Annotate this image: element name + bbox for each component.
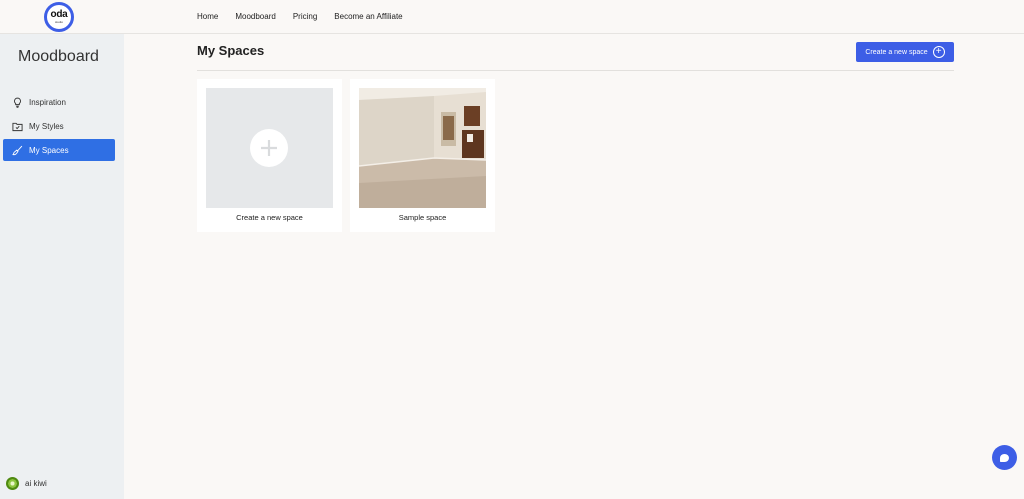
nav-affiliate-link[interactable]: Become an Affiliate (334, 12, 402, 21)
create-space-card[interactable]: Create a new space (197, 79, 342, 232)
plus-icon (250, 129, 288, 167)
chat-icon (1000, 453, 1009, 462)
avatar (6, 477, 19, 490)
paint-brush-icon (12, 145, 23, 155)
sidebar-item-label: My Spaces (29, 145, 69, 155)
nav-home-link[interactable]: Home (197, 12, 218, 21)
sample-space-card[interactable]: Sample space (350, 79, 495, 232)
logo-text: oda (50, 9, 68, 20)
sidebar-item-label: Inspiration (29, 97, 66, 107)
nav-moodboard-link[interactable]: Moodboard (235, 12, 275, 21)
lightbulb-icon (14, 97, 21, 108)
sidebar-item-my-spaces[interactable]: My Spaces (3, 139, 115, 161)
chat-bubble-button[interactable] (992, 445, 1017, 470)
create-space-button[interactable]: Create a new space + (856, 42, 954, 62)
logo-subtext: studio (54, 20, 63, 24)
card-caption: Create a new space (236, 213, 303, 222)
room-thumbnail-image (358, 88, 487, 208)
card-placeholder (206, 88, 333, 208)
plus-circle-icon: + (932, 46, 945, 58)
nav-pricing-link[interactable]: Pricing (293, 12, 317, 21)
sidebar: Moodboard Inspiration My Styles My Space… (0, 34, 124, 499)
create-space-button-label: Create a new space (865, 48, 928, 56)
sidebar-title: Moodboard (18, 48, 99, 65)
top-navigation-bar: oda studio Home Moodboard Pricing Become… (0, 0, 1024, 34)
user-name: ai kiwi (25, 479, 47, 488)
user-profile[interactable]: ai kiwi (6, 477, 47, 490)
card-caption: Sample space (398, 213, 447, 222)
folder-check-icon (12, 122, 23, 131)
page-title: My Spaces (197, 43, 265, 58)
oda-logo[interactable]: oda studio (44, 2, 74, 32)
sidebar-item-label: My Styles (29, 121, 64, 131)
divider (197, 70, 954, 71)
sidebar-item-my-styles[interactable]: My Styles (3, 115, 115, 137)
main-nav: Home Moodboard Pricing Become an Affilia… (197, 12, 403, 21)
sidebar-item-inspiration[interactable]: Inspiration (3, 91, 115, 113)
